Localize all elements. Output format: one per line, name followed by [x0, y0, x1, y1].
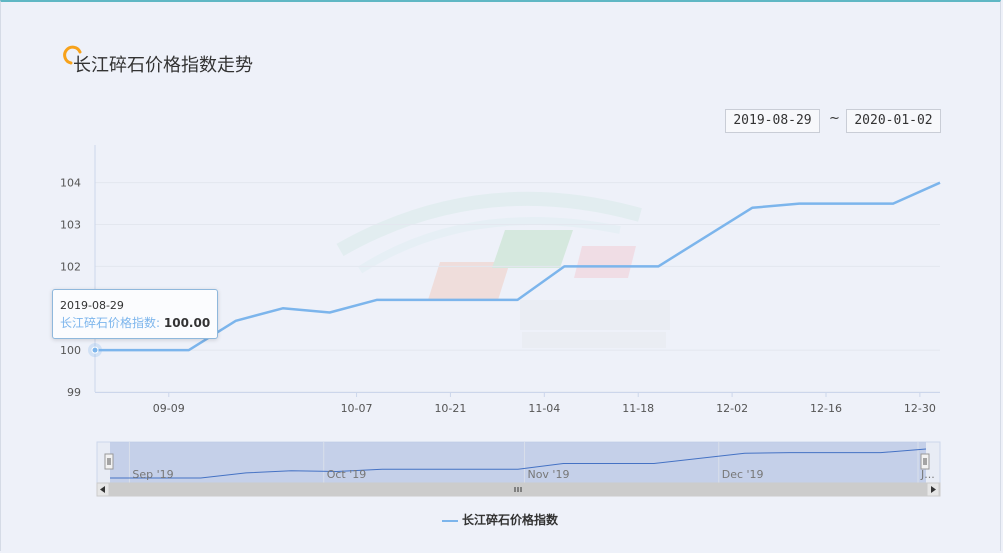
legend-item[interactable]: 长江碎石价格指数 — [442, 511, 558, 528]
x-tick-label: 11-04 — [528, 402, 560, 415]
x-tick-label: 12-16 — [810, 402, 842, 415]
y-tick-label: 99 — [67, 386, 81, 399]
grid-lines — [95, 182, 940, 393]
y-tick-label: 102 — [60, 260, 81, 273]
x-tick-label: 12-30 — [904, 402, 936, 415]
tooltip-row: 长江碎石价格指数: 100.00 — [60, 316, 211, 330]
tooltip-date: 2019-08-29 — [60, 299, 124, 312]
navigator-right-handle[interactable] — [920, 453, 930, 470]
tooltip-value: 100.00 — [163, 316, 211, 330]
y-axis-labels: 99 100 102 103 104 — [60, 177, 81, 399]
navigator-month-label: Sep '19 — [132, 468, 173, 481]
x-tick-label: 11-18 — [622, 402, 654, 415]
navigator-month-label: Nov '19 — [527, 468, 569, 481]
y-tick-label: 100 — [60, 344, 81, 357]
price-index-chart: 99 100 102 103 104 09-09 10-07 10-21 11-04 11-18… — [60, 145, 941, 497]
watermark-logo — [336, 191, 670, 348]
scroll-right-button[interactable] — [926, 482, 940, 497]
navigator-month-label: J... — [920, 468, 935, 481]
navigator-month-label: Oct '19 — [327, 468, 367, 481]
hover-point[interactable] — [91, 346, 99, 354]
y-tick-label: 104 — [60, 177, 81, 190]
y-tick-label: 103 — [60, 219, 81, 232]
scroll-left-button[interactable] — [96, 482, 110, 497]
navigator-left-handle[interactable] — [104, 453, 114, 470]
navigator-selection[interactable] — [110, 442, 926, 483]
data-tooltip: 2019-08-29 长江碎石价格指数: 100.00 — [52, 289, 218, 339]
navigator-month-label: Dec '19 — [722, 468, 764, 481]
x-tick-label: 12-02 — [716, 402, 748, 415]
legend-line-icon — [442, 519, 458, 522]
x-tick-label: 10-07 — [341, 402, 373, 415]
x-tick-label: 10-21 — [434, 402, 466, 415]
tooltip-series-name: 长江碎石价格指数 — [60, 316, 157, 330]
legend-label: 长江碎石价格指数 — [462, 513, 559, 527]
x-tick-label: 09-09 — [153, 402, 185, 415]
x-axis-labels: 09-09 10-07 10-21 11-04 11-18 12-02 12-16 12-30 — [153, 392, 936, 415]
